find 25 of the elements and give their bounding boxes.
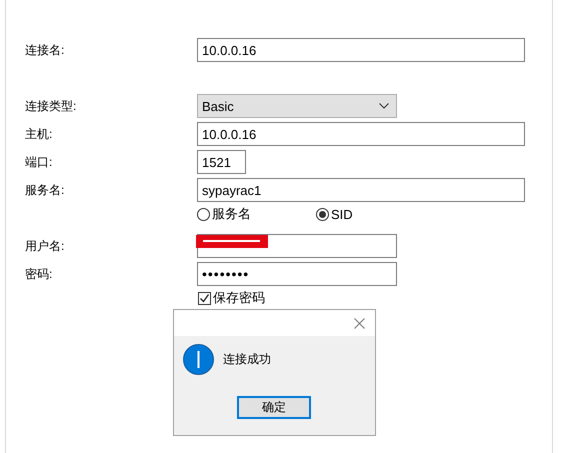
checkbox[interactable] [198,292,211,304]
field-label: 连接名: [25,42,66,58]
dropdown[interactable]: Basic [197,94,397,118]
input-field[interactable]: 10.0.0.16 [197,38,525,62]
radio-button[interactable] [197,208,210,220]
radio-button[interactable] [316,208,329,220]
ok-button[interactable]: 确定 [237,396,311,419]
field-label: 密码: [25,266,54,282]
field-label: 主机: [25,126,54,142]
radio-label: SID [331,206,353,222]
close-icon[interactable] [354,318,365,328]
input-field[interactable]: 10.0.0.16 [197,122,525,146]
field-label: 服务名: [25,182,66,198]
field-label: 端口: [25,154,54,170]
radio-label: 服务名 [212,205,251,223]
info-icon [183,344,214,375]
redaction-mark [196,235,268,248]
input-field[interactable]: 1521 [197,150,246,174]
field-label: 用户名: [25,238,66,254]
checkbox-label: 保存密码 [213,289,265,307]
password-field[interactable]: •••••••• [197,262,397,286]
field-label: 连接类型: [25,98,78,114]
input-field[interactable]: sypayrac1 [197,178,525,202]
dialog-message: 连接成功 [223,351,271,368]
chevron-down-icon [379,103,389,109]
